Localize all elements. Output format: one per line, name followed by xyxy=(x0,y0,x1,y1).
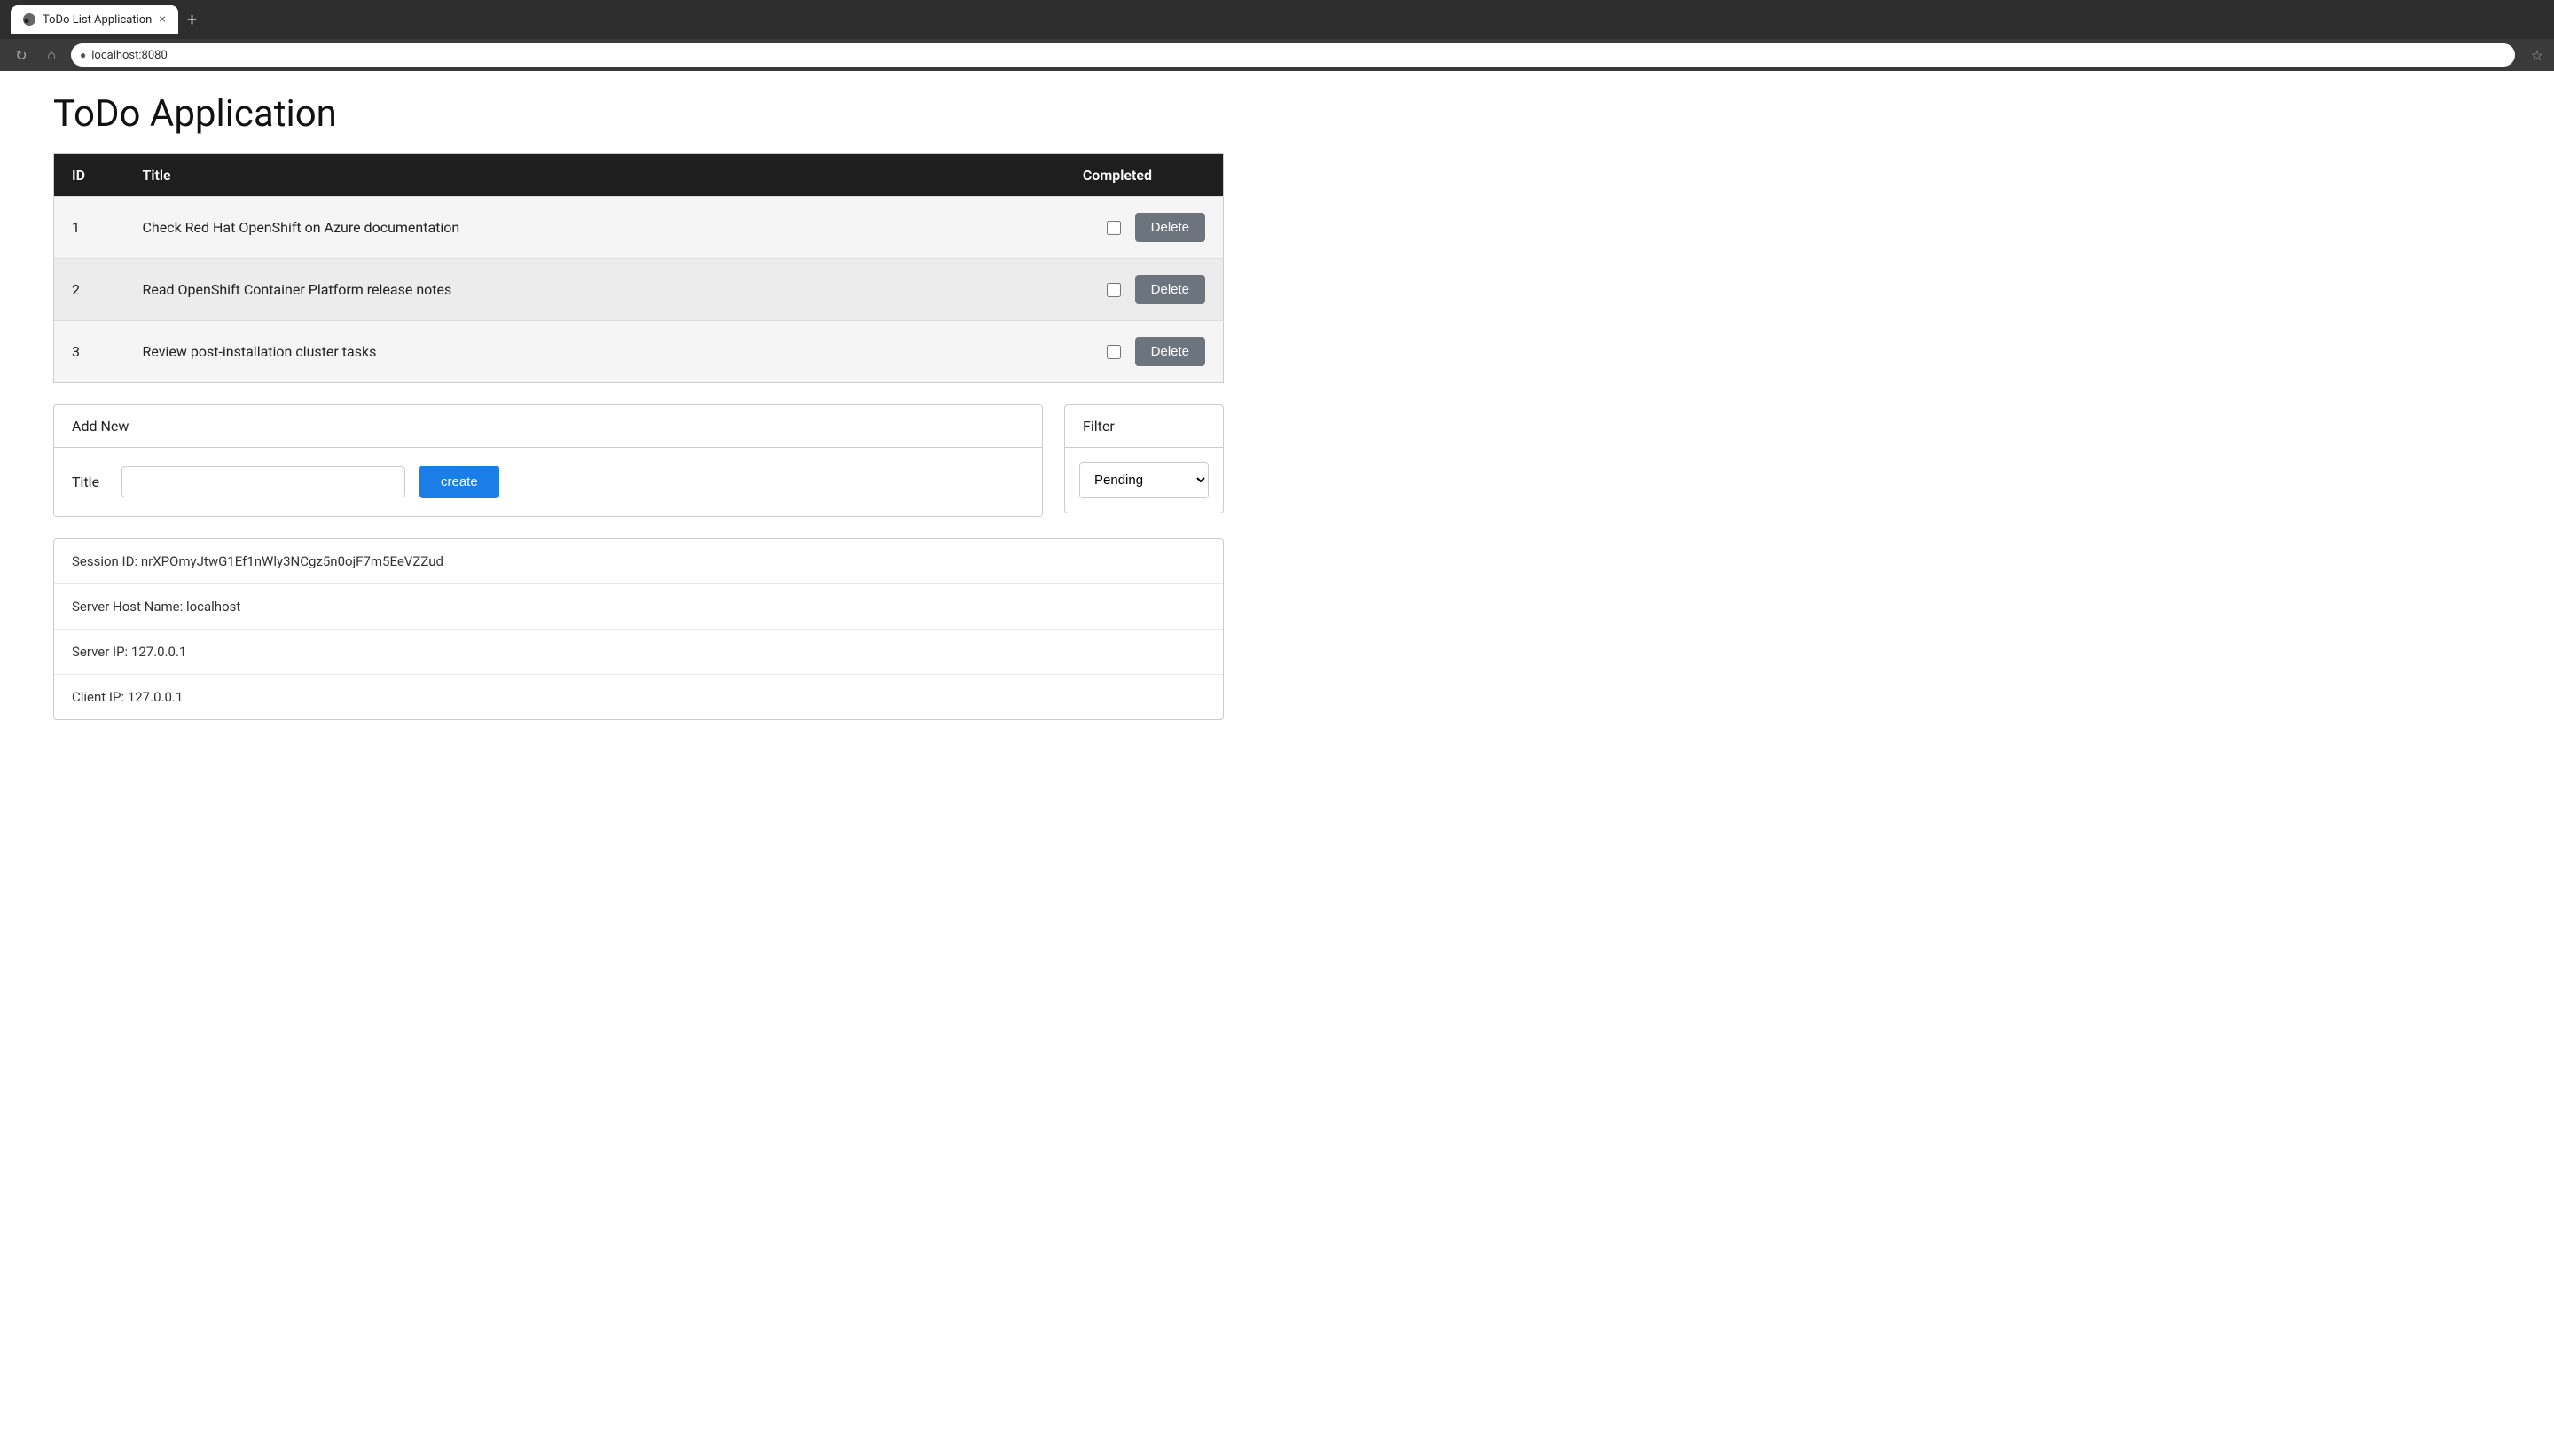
row-id: 1 xyxy=(54,197,125,259)
new-tab-button[interactable]: + xyxy=(182,9,202,30)
address-bar[interactable]: ● localhost:8080 xyxy=(71,43,2515,67)
url-text: localhost:8080 xyxy=(91,49,168,62)
table-row: 2Read OpenShift Container Platform relea… xyxy=(54,259,1224,321)
bottom-section: Add New Title create Filter AllPendingCo… xyxy=(53,404,1224,517)
create-button[interactable]: create xyxy=(419,466,499,498)
row-title: Review post-installation cluster tasks xyxy=(125,321,883,383)
row-action: Delete xyxy=(882,197,1223,258)
add-new-panel: Add New Title create xyxy=(53,404,1043,517)
row-action: Delete xyxy=(882,259,1223,320)
browser-chrome: ● ToDo List Application × + xyxy=(0,0,2554,39)
row-id: 2 xyxy=(54,259,125,321)
page-title: ToDo Application xyxy=(53,92,1224,136)
tab-close-button[interactable]: × xyxy=(159,13,165,26)
bookmark-icon[interactable]: ☆ xyxy=(2531,47,2543,64)
header-completed: Completed xyxy=(882,154,1223,197)
tab-bar: ● ToDo List Application × + xyxy=(11,5,202,34)
back-button[interactable]: ↻ xyxy=(11,47,32,64)
page-content: ToDo Application ID Title Completed 1Che… xyxy=(0,71,1277,741)
lock-icon: ● xyxy=(80,49,86,61)
tab-title: ToDo List Application xyxy=(43,13,152,27)
active-tab[interactable]: ● ToDo List Application × xyxy=(11,5,178,34)
completed-checkbox[interactable] xyxy=(1107,345,1121,359)
server-host-row: Server Host Name: localhost xyxy=(54,584,1223,630)
home-button[interactable]: ⌂ xyxy=(41,46,62,64)
tab-favicon: ● xyxy=(23,13,35,26)
completed-checkbox[interactable] xyxy=(1107,221,1121,235)
table-row: 1Check Red Hat OpenShift on Azure docume… xyxy=(54,197,1224,259)
row-action: Delete xyxy=(882,321,1223,382)
filter-header: Filter xyxy=(1065,405,1223,448)
address-bar-row: ↻ ⌂ ● localhost:8080 ☆ xyxy=(0,39,2554,71)
completed-checkbox[interactable] xyxy=(1107,283,1121,297)
title-label: Title xyxy=(72,474,107,490)
todo-table: ID Title Completed 1Check Red Hat OpenSh… xyxy=(53,153,1224,383)
table-row: 3Review post-installation cluster tasks D… xyxy=(54,321,1224,383)
filter-body: AllPendingCompleted xyxy=(1065,448,1223,513)
client-ip-row: Client IP: 127.0.0.1 xyxy=(54,675,1223,719)
info-panel: Session ID: nrXPOmyJtwG1Ef1nWly3NCgz5n0o… xyxy=(53,538,1224,720)
table-header-row: ID Title Completed xyxy=(54,154,1224,197)
header-title: Title xyxy=(125,154,883,197)
delete-button[interactable]: Delete xyxy=(1135,337,1205,366)
session-id-row: Session ID: nrXPOmyJtwG1Ef1nWly3NCgz5n0o… xyxy=(54,539,1223,584)
delete-button[interactable]: Delete xyxy=(1135,275,1205,304)
title-input[interactable] xyxy=(121,466,405,497)
row-id: 3 xyxy=(54,321,125,383)
row-title: Check Red Hat OpenShift on Azure documen… xyxy=(125,197,883,259)
delete-button[interactable]: Delete xyxy=(1135,213,1205,242)
row-title: Read OpenShift Container Platform releas… xyxy=(125,259,883,321)
server-ip-row: Server IP: 127.0.0.1 xyxy=(54,630,1223,675)
header-id: ID xyxy=(54,154,125,197)
filter-select[interactable]: AllPendingCompleted xyxy=(1079,462,1209,498)
add-new-header: Add New xyxy=(54,405,1042,448)
add-new-body: Title create xyxy=(54,448,1042,516)
filter-panel: Filter AllPendingCompleted xyxy=(1064,404,1224,513)
